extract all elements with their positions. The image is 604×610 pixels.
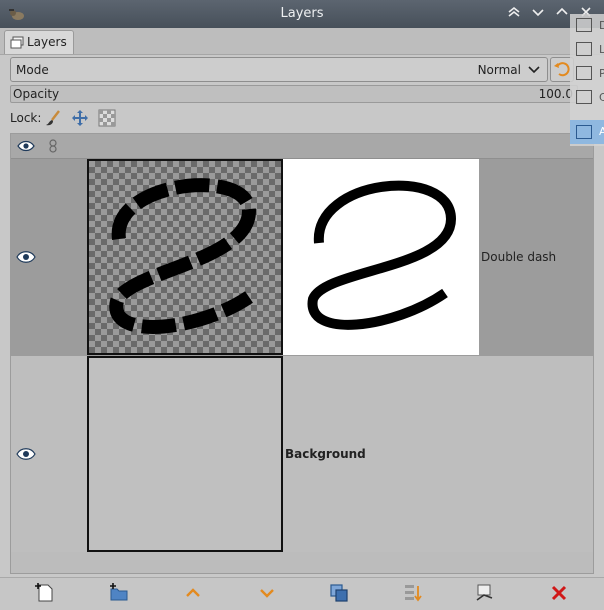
side-label: P (599, 67, 604, 80)
side-tool-icon[interactable] (576, 90, 592, 104)
layer-name[interactable]: Double dash (481, 250, 556, 264)
solid-stroke-preview (307, 180, 457, 330)
layer-row[interactable]: Double dash (11, 159, 593, 356)
side-label: C (599, 91, 604, 104)
side-selected-item[interactable]: A (570, 120, 604, 144)
side-tool-icon (576, 125, 592, 139)
layer-row[interactable]: Background (11, 356, 593, 552)
layer-actions-bar (0, 577, 604, 610)
shade-button[interactable] (505, 5, 523, 23)
opacity-value: 100.0 (538, 87, 573, 101)
layer-list[interactable]: Double dash Background (10, 133, 594, 574)
title-bar: Layers (0, 0, 604, 28)
delete-layer-icon[interactable] (548, 582, 570, 604)
eye-icon[interactable] (16, 447, 36, 461)
dock-tab-row: Layers (0, 28, 604, 55)
alpha-lock-icon[interactable] (98, 109, 116, 127)
opacity-label: Opacity (13, 87, 60, 101)
side-tool-icon[interactable] (576, 42, 592, 56)
lock-row: Lock: (10, 108, 590, 128)
layer-list-header (11, 134, 593, 159)
side-label: A (599, 125, 604, 138)
side-tool-icon[interactable] (576, 18, 592, 32)
lower-layer-icon[interactable] (256, 582, 278, 604)
tab-layers[interactable]: Layers (4, 30, 74, 54)
layers-icon (10, 36, 24, 49)
layer-name[interactable]: Background (285, 447, 366, 461)
chevron-up-icon (556, 7, 568, 15)
new-layer-icon[interactable] (34, 582, 56, 604)
move-lock-icon[interactable] (71, 109, 89, 127)
shade-icon (508, 6, 520, 17)
chevron-down-icon (528, 66, 540, 74)
eye-icon[interactable] (16, 250, 36, 264)
eye-icon[interactable] (17, 140, 35, 152)
undo-icon (554, 62, 570, 77)
opacity-slider[interactable]: Opacity 100.0 (10, 85, 578, 103)
mode-label: Mode (16, 63, 49, 77)
anchor-layer-icon[interactable] (474, 582, 496, 604)
chevron-down-icon (532, 9, 544, 17)
raise-layer-icon[interactable] (182, 582, 204, 604)
maximize-button[interactable] (553, 5, 571, 23)
layer-thumbnail (87, 356, 283, 552)
side-label: D (599, 19, 604, 32)
side-tool-icon[interactable] (576, 66, 592, 80)
layer-thumbnail (87, 159, 283, 355)
side-dock-panel: D L P C A (570, 14, 604, 146)
mode-value: Normal (477, 63, 521, 77)
tab-label: Layers (27, 35, 67, 49)
lock-label: Lock: (10, 111, 42, 125)
merge-layer-icon[interactable] (402, 582, 424, 604)
chain-link-icon[interactable] (47, 139, 59, 153)
minimize-button[interactable] (529, 5, 547, 23)
dashed-stroke-preview (109, 178, 257, 334)
duplicate-layer-icon[interactable] (328, 582, 350, 604)
brush-lock-icon[interactable] (44, 109, 62, 127)
side-label: L (599, 43, 604, 56)
layer-mask-thumbnail (283, 159, 479, 355)
mode-select[interactable]: Mode Normal (10, 57, 548, 82)
new-group-icon[interactable] (108, 582, 130, 604)
